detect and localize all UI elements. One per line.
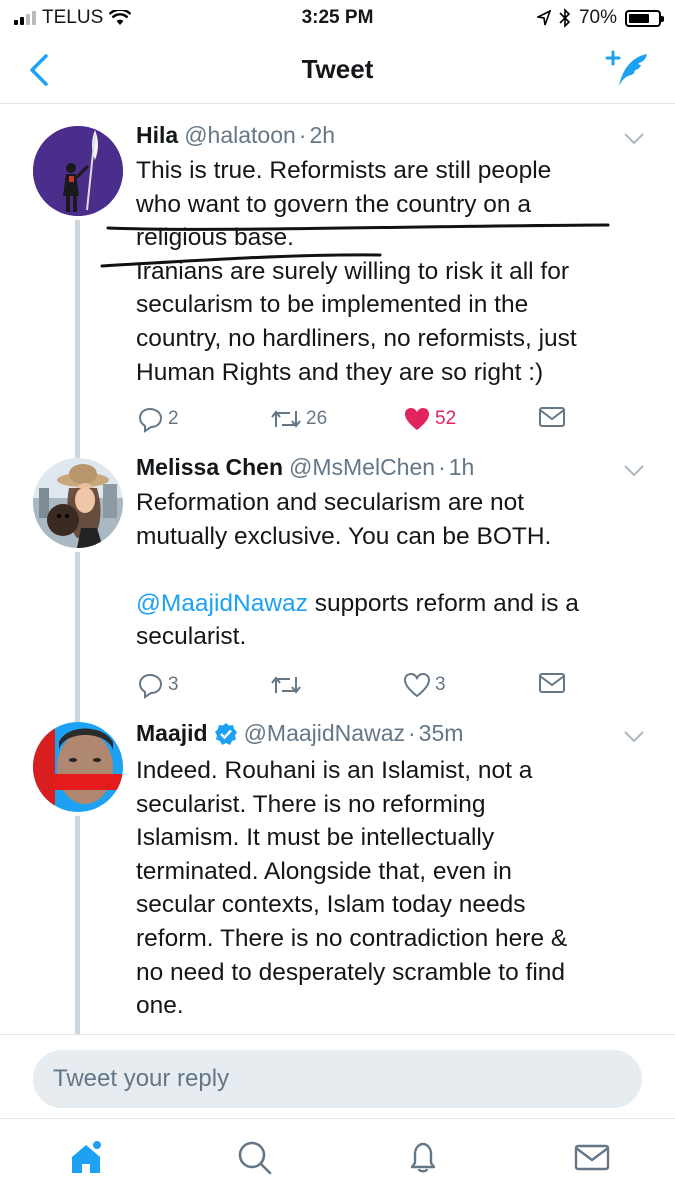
nav-bar: Tweet [0, 36, 675, 104]
tweet-header: Maajid @MaajidNawaz · 35m [136, 720, 463, 747]
reply-icon [138, 407, 163, 433]
retweet-icon [271, 410, 301, 428]
handle[interactable]: @MaajidNawaz [244, 720, 405, 747]
compose-tweet-button[interactable] [605, 48, 651, 92]
avatar[interactable] [33, 458, 123, 548]
tweet-text: Reformation and secularism are not mutua… [136, 486, 646, 654]
search-icon[interactable] [234, 1137, 274, 1177]
thread-line [75, 444, 80, 458]
like-count: 3 [435, 674, 446, 695]
reply-button[interactable]: 2 [136, 405, 179, 433]
mention-link[interactable]: @MaajidNawaz [136, 590, 308, 617]
status-bar: TELUS 3:25 PM 70% [0, 0, 675, 36]
tweet-text-content: Reformation and secularism are not mutua… [136, 489, 552, 550]
like-button[interactable]: 52 [403, 405, 456, 433]
notifications-icon[interactable] [403, 1137, 443, 1177]
tweet-header: Melissa Chen @MsMelChen · 1h [136, 454, 474, 481]
reply-count: 2 [168, 408, 179, 429]
tweet-actions: 2 26 52 [136, 405, 566, 435]
chevron-down-icon[interactable] [623, 464, 645, 478]
tweet-hila[interactable]: Hila @halatoon · 2h This is true. Reform… [0, 104, 675, 444]
dm-button[interactable] [538, 671, 566, 695]
timestamp: 1h [448, 454, 475, 480]
retweet-count: 26 [306, 408, 328, 429]
location-icon [536, 10, 551, 26]
like-button[interactable]: 3 [403, 671, 446, 699]
avatar-image [33, 458, 123, 548]
display-name[interactable]: Hila [136, 122, 178, 149]
page-title: Tweet [301, 54, 374, 84]
avatar-image [33, 126, 123, 216]
reply-divider [0, 1034, 675, 1035]
timestamp: 2h [309, 122, 336, 148]
dot-separator: · [298, 122, 307, 148]
tweet-text-content: Indeed. Rouhani is an Islamist, not a se… [136, 757, 568, 1020]
chevron-down-icon[interactable] [623, 730, 645, 744]
avatar[interactable] [33, 126, 123, 216]
avatar[interactable] [33, 722, 123, 812]
home-icon[interactable] [66, 1137, 106, 1177]
heart-icon [403, 672, 431, 698]
reply-input[interactable]: Tweet your reply [33, 1050, 642, 1108]
tweet-melissa[interactable]: Melissa Chen @MsMelChen · 1h Reformation… [0, 444, 675, 714]
reply-placeholder: Tweet your reply [53, 1065, 230, 1092]
tweet-maajid[interactable]: Maajid @MaajidNawaz · 35m Indeed. Rouhan… [0, 714, 675, 1034]
reply-icon [138, 673, 163, 699]
status-right: 70% [536, 7, 664, 29]
reply-button[interactable]: 3 [136, 671, 179, 699]
handle[interactable]: @MsMelChen [289, 454, 435, 481]
battery-icon [625, 9, 664, 27]
display-name[interactable]: Melissa Chen [136, 454, 283, 481]
dot-separator: · [407, 720, 416, 746]
retweet-button[interactable]: 26 [270, 405, 327, 433]
battery-percent: 70% [578, 7, 617, 28]
dot-separator: · [438, 454, 446, 480]
display-name[interactable]: Maajid [136, 720, 208, 747]
tweet-actions: 3 3 [136, 671, 566, 701]
envelope-icon [539, 673, 565, 693]
timestamp: 35m [418, 720, 464, 746]
verified-badge-icon [214, 722, 237, 745]
thread-line [75, 220, 80, 444]
tweet-text: Indeed. Rouhani is an Islamist, not a se… [136, 754, 646, 1023]
thread-line [75, 714, 80, 722]
retweet-button[interactable] [270, 671, 306, 699]
retweet-icon [271, 676, 301, 694]
underline-annotation [100, 223, 610, 268]
tweet-text-content-2: @MaajidNawaz supports reform and is a se… [136, 587, 646, 654]
envelope-icon [539, 407, 565, 427]
thread-line [75, 552, 80, 714]
reply-count: 3 [168, 674, 179, 695]
thread-line [75, 816, 80, 1034]
tweet-header: Hila @halatoon · 2h [136, 122, 335, 149]
handle[interactable]: @halatoon [184, 122, 296, 149]
bluetooth-icon [559, 8, 571, 28]
heart-filled-icon [405, 408, 429, 430]
avatar-image [33, 722, 123, 812]
like-count: 52 [435, 408, 457, 429]
tab-bar [0, 1118, 675, 1200]
messages-icon[interactable] [572, 1137, 612, 1177]
chevron-down-icon[interactable] [623, 132, 645, 146]
dm-button[interactable] [538, 405, 566, 429]
